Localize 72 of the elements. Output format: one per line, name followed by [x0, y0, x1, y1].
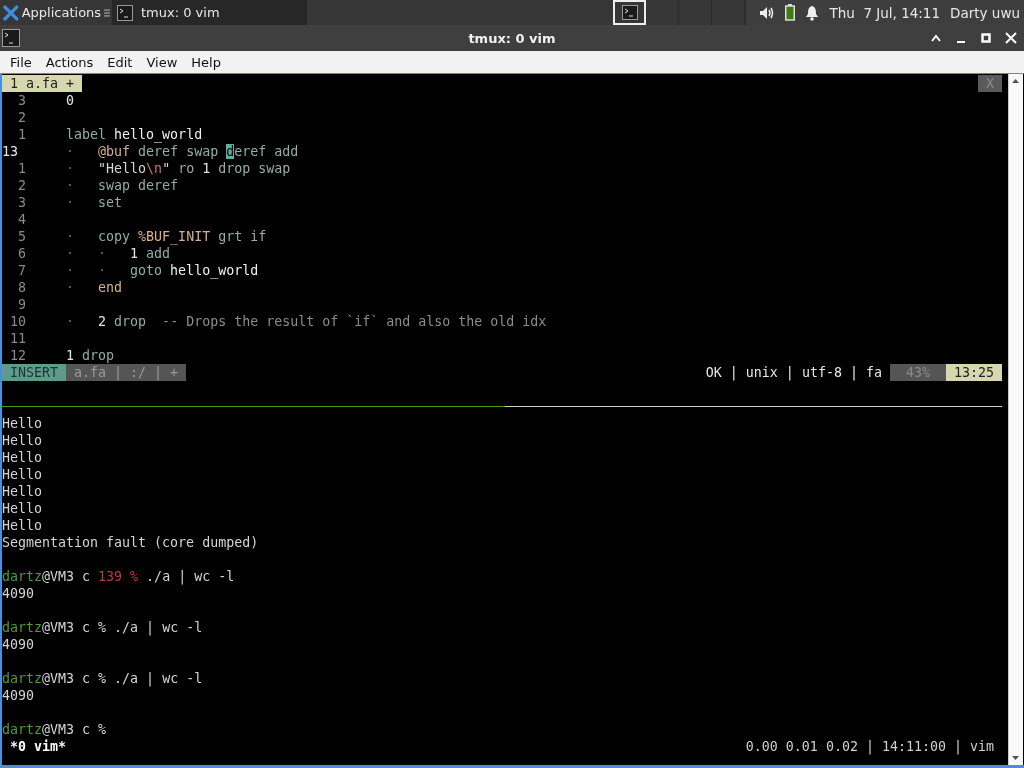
output-line: 4090 — [2, 585, 35, 602]
code-line: · 2 drop -- Drops the result of `if` and also the old idx — [66, 313, 547, 330]
mode-indicator: INSERT — [2, 364, 67, 381]
code-line: 0 — [66, 92, 75, 109]
code-line: · copy %BUF_INIT grt if — [66, 228, 267, 245]
collapse-button[interactable] — [930, 32, 942, 44]
cursor-position: 13:25 — [945, 364, 1002, 381]
menu-item[interactable]: Help — [185, 54, 227, 70]
code-line: · @buf deref swap deref add — [66, 143, 299, 160]
prompt-line: dartz@VM3 c 139 % ./a | wc -l — [2, 568, 235, 585]
prompt-line: dartz@VM3 c % ./a | wc -l — [2, 619, 203, 636]
line-number: 9 — [17, 296, 26, 313]
maximize-button[interactable] — [980, 32, 992, 44]
output-line: Hello — [2, 517, 43, 534]
line-number: 4 — [17, 211, 26, 228]
clock[interactable]: Thu 7 Jul, 14:11 — [829, 4, 941, 21]
terminal-icon — [621, 5, 638, 20]
battery-icon[interactable] — [785, 4, 796, 21]
line-number: 10 — [9, 313, 26, 330]
output-line: Hello — [2, 500, 43, 517]
terminal-icon — [2, 29, 20, 47]
output-line: Segmentation fault (core dumped) — [2, 534, 259, 551]
menu-item[interactable]: View — [140, 54, 184, 70]
terminal-icon — [117, 4, 133, 21]
output-line: Hello — [2, 432, 43, 449]
line-number: 11 — [9, 330, 26, 347]
code-line: · swap deref — [66, 177, 179, 194]
cross-logo-icon — [3, 4, 19, 21]
line-number: 6 — [17, 245, 26, 262]
code-line: · set — [66, 194, 123, 211]
code-line: · end — [66, 279, 123, 296]
user-name[interactable]: Darty uwu — [950, 4, 1020, 21]
code-line: · · goto hello_world — [66, 262, 259, 279]
code-line: label hello_world — [66, 126, 203, 143]
line-number: 3 — [17, 194, 26, 211]
tmux-status-info: 0.00 0.01 0.02 | 14:11:00 | vim — [745, 738, 995, 755]
output-line: Hello — [2, 415, 43, 432]
close-button[interactable] — [1005, 32, 1017, 44]
line-number: 12 — [9, 347, 26, 364]
menu-item[interactable]: File — [4, 54, 38, 70]
line-number: 1 — [17, 126, 26, 143]
code-line: 1 drop — [66, 347, 115, 364]
line-number: 2 — [17, 177, 26, 194]
file-info: a.fa | :/ | + — [66, 364, 187, 381]
output-line: Hello — [2, 466, 43, 483]
line-number: 3 — [17, 92, 26, 109]
line-number: 2 — [17, 109, 26, 126]
line-number: 8 — [17, 279, 26, 296]
taskbar-button[interactable]: tmux: 0 vim — [112, 0, 307, 25]
scrollbar[interactable] — [1008, 74, 1023, 765]
line-number: 7 — [17, 262, 26, 279]
prompt-line: dartz@VM3 c % ./a | wc -l — [2, 670, 203, 687]
line-number: 13 — [2, 143, 19, 160]
line-number: 5 — [17, 228, 26, 245]
tmux-window-tab[interactable]: *0 vim* — [2, 738, 67, 755]
code-line: · "Hello\n" ro 1 drop swap — [66, 160, 291, 177]
output-line: Hello — [2, 449, 43, 466]
bell-icon[interactable] — [805, 4, 820, 21]
editor-tab[interactable]: 1 a.fa + — [2, 75, 83, 92]
file-format-info: OK | unix | utf-8 | fa — [705, 364, 883, 381]
line-number: 1 — [17, 160, 26, 177]
menu-item[interactable]: Edit — [101, 54, 139, 70]
menu-icon — [104, 6, 110, 19]
menu-item[interactable]: Actions — [39, 54, 100, 70]
output-line: Hello — [2, 483, 43, 500]
prompt-line: dartz@VM3 c % — [2, 721, 107, 738]
applications-menu[interactable]: Applications — [0, 0, 110, 25]
window-title: tmux: 0 vim — [468, 30, 556, 46]
output-line: 4090 — [2, 687, 35, 704]
code-line: · · 1 add — [66, 245, 171, 262]
speaker-icon[interactable] — [759, 5, 776, 20]
output-line: 4090 — [2, 636, 35, 653]
